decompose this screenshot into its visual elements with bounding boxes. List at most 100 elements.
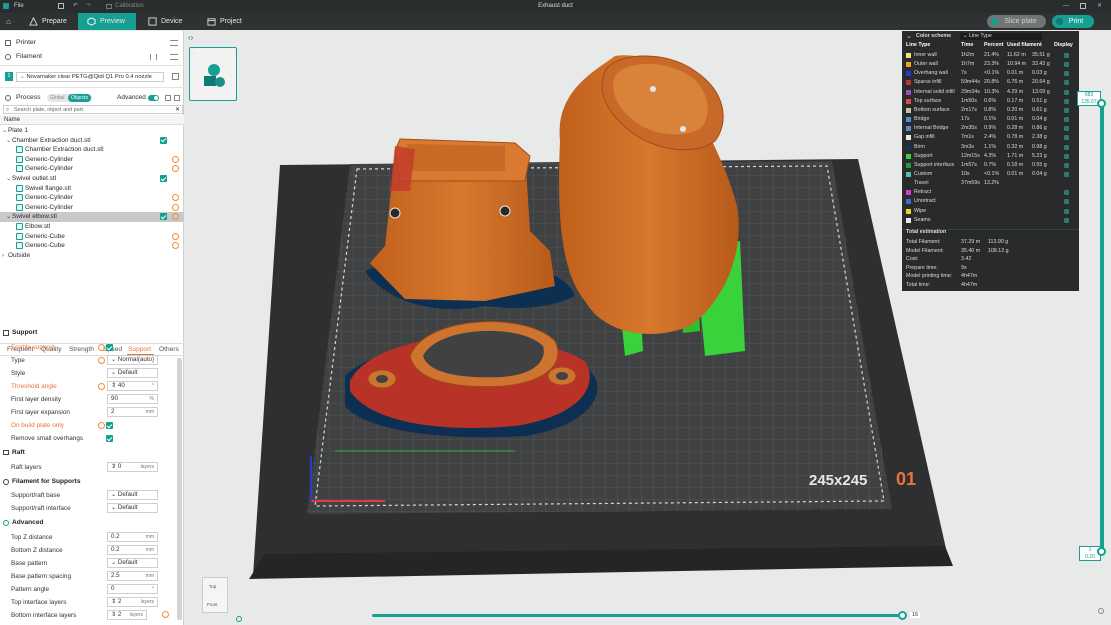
clear-search-icon[interactable]: ✕: [175, 106, 180, 114]
move-slider-handle[interactable]: [898, 611, 907, 620]
bottom-z-input[interactable]: 0.2 mm: [107, 545, 158, 555]
layer-slider[interactable]: [1100, 100, 1104, 552]
tree-plate[interactable]: ⌄ Plate 1: [0, 126, 184, 136]
type-select[interactable]: ⌄ Normal(auto): [107, 355, 158, 365]
process-settings-icon[interactable]: [174, 95, 180, 101]
settings-gear-icon[interactable]: [162, 611, 169, 618]
view-cube-front[interactable]: Front: [207, 602, 218, 607]
top-interface-layers-input[interactable]: ⇕ 2 layers: [107, 597, 158, 607]
tree-object-selected[interactable]: ⌄ Swivel elbow.stl: [0, 212, 184, 222]
visibility-checkbox[interactable]: [160, 213, 167, 221]
legend-display-checkbox[interactable]: [1064, 98, 1069, 104]
printer-section[interactable]: Printer: [0, 37, 184, 49]
toggle-objects[interactable]: Objects: [68, 94, 91, 102]
legend-display-checkbox[interactable]: [1064, 107, 1069, 113]
tree-outside[interactable]: › Outside: [0, 251, 184, 261]
tree-modifier[interactable]: Generic-Cube: [0, 232, 184, 242]
collapse-panel-icon[interactable]: ‹›: [188, 33, 193, 42]
global-objects-toggle[interactable]: Global Objects: [47, 94, 92, 102]
plate-thumbnail[interactable]: ·: [189, 47, 237, 101]
filament-dropdown[interactable]: ⌄ Novamaker clear PETG@Qidi Q1 Pro 0.4 n…: [16, 72, 164, 82]
layer-top-handle[interactable]: [1097, 99, 1106, 108]
close-button[interactable]: ✕: [1097, 2, 1102, 11]
legend-display-checkbox[interactable]: [1064, 208, 1069, 214]
legend-display-checkbox[interactable]: [1064, 53, 1069, 58]
tree-part[interactable]: Chamber Extraction duct.stl: [0, 145, 184, 155]
bottom-interface-layers-input[interactable]: ⇕ 2 layers: [107, 610, 147, 620]
slice-plate-button[interactable]: Slice plate: [987, 15, 1046, 28]
tree-modifier[interactable]: Generic-Cylinder: [0, 193, 184, 203]
legend-display-checkbox[interactable]: [1064, 153, 1069, 159]
view-cube[interactable]: Top Front: [202, 577, 228, 613]
legend-display-checkbox[interactable]: [1064, 80, 1069, 86]
reset-icon[interactable]: [98, 344, 105, 351]
pattern-angle-input[interactable]: 0 °: [107, 584, 158, 594]
stepper-icon[interactable]: ⇕: [111, 382, 116, 389]
settings-gear-icon[interactable]: [172, 155, 179, 163]
legend-display-checkbox[interactable]: [1064, 89, 1069, 95]
tree-modifier[interactable]: Generic-Cube: [0, 241, 184, 251]
search-box[interactable]: ⌕ Search plate, object and part. ✕: [3, 105, 183, 114]
view-cube-top[interactable]: Top: [209, 584, 216, 589]
top-z-input[interactable]: 0.2 mm: [107, 532, 158, 542]
tab-others[interactable]: Others: [159, 346, 179, 353]
tree-modifier[interactable]: Generic-Cylinder: [0, 155, 184, 165]
legend-display-checkbox[interactable]: [1064, 190, 1069, 196]
search-input[interactable]: Search plate, object and part.: [14, 106, 84, 114]
settings-scrollbar[interactable]: [177, 358, 182, 620]
stepper-icon[interactable]: ⇕: [111, 611, 116, 618]
tree-object[interactable]: ⌄ Swivel outlet.stl: [0, 174, 184, 184]
legend-display-checkbox[interactable]: [1064, 199, 1069, 205]
legend-display-checkbox[interactable]: [1064, 217, 1069, 223]
enable-support-checkbox[interactable]: [106, 344, 113, 351]
reset-icon[interactable]: [98, 357, 105, 364]
tree-part[interactable]: Swivel flange.stl: [0, 184, 184, 194]
tab-preview[interactable]: Preview: [78, 13, 136, 30]
base-pattern-spacing-input[interactable]: 2.5 mm: [107, 571, 158, 581]
style-select[interactable]: ⌄ Default: [107, 368, 158, 378]
tab-prepare[interactable]: Prepare: [20, 13, 78, 30]
edit-filament-icon[interactable]: [172, 73, 179, 80]
settings-gear-icon[interactable]: [172, 203, 179, 211]
view-reset-icon[interactable]: [236, 616, 242, 622]
settings-gear-icon[interactable]: [172, 213, 179, 221]
tab-project[interactable]: Project: [198, 13, 256, 30]
stepper-icon[interactable]: ⇕: [111, 598, 116, 605]
base-pattern-select[interactable]: ⌄ Default: [107, 558, 158, 568]
tab-support[interactable]: Support: [128, 346, 151, 353]
legend-display-checkbox[interactable]: [1064, 62, 1069, 68]
settings-gear-icon[interactable]: [172, 232, 179, 240]
legend-display-checkbox[interactable]: [1064, 144, 1069, 150]
minimize-button[interactable]: —: [1063, 2, 1069, 11]
build-plate-only-checkbox[interactable]: [106, 422, 113, 429]
settings-gear-icon[interactable]: [172, 242, 179, 250]
tree-modifier[interactable]: Generic-Cylinder: [0, 164, 184, 174]
reset-icon[interactable]: [98, 383, 105, 390]
layer-bottom-handle[interactable]: [1097, 547, 1106, 556]
tab-device[interactable]: Device: [139, 13, 197, 30]
raft-layers-input[interactable]: ⇕ 0 layers: [107, 462, 158, 472]
visibility-checkbox[interactable]: [160, 136, 167, 144]
support-raft-interface-select[interactable]: ⌄ Default: [107, 503, 158, 513]
advanced-toggle[interactable]: [148, 95, 159, 101]
chevron-down-icon[interactable]: ⌄: [906, 32, 912, 41]
stepper-icon[interactable]: ⇕: [111, 463, 116, 470]
tree-part[interactable]: Elbow.stl: [0, 222, 184, 232]
threshold-angle-input[interactable]: ⇕ 40 °: [107, 381, 158, 391]
reset-icon[interactable]: [98, 422, 105, 429]
settings-gear-icon[interactable]: [172, 194, 179, 202]
legend-display-checkbox[interactable]: [1064, 162, 1069, 168]
tree-modifier[interactable]: Generic-Cylinder: [0, 203, 184, 213]
filament-sync-icon[interactable]: [150, 54, 157, 60]
legend-display-checkbox[interactable]: [1064, 71, 1069, 77]
legend-display-checkbox[interactable]: [1064, 171, 1069, 177]
tree-object[interactable]: ⌄ Chamber Extraction duct.stl: [0, 136, 184, 146]
filament-selector[interactable]: 1 ⌄ Novamaker clear PETG@Qidi Q1 Pro 0.4…: [0, 71, 184, 83]
printer-settings-icon[interactable]: [170, 40, 178, 46]
home-icon[interactable]: ⌂: [6, 17, 15, 26]
remove-small-overhangs-checkbox[interactable]: [106, 435, 113, 442]
legend-display-checkbox[interactable]: [1064, 117, 1069, 123]
visibility-checkbox[interactable]: [160, 175, 167, 182]
print-button[interactable]: Print: [1052, 15, 1094, 28]
layer-settings-icon[interactable]: [1098, 608, 1104, 614]
